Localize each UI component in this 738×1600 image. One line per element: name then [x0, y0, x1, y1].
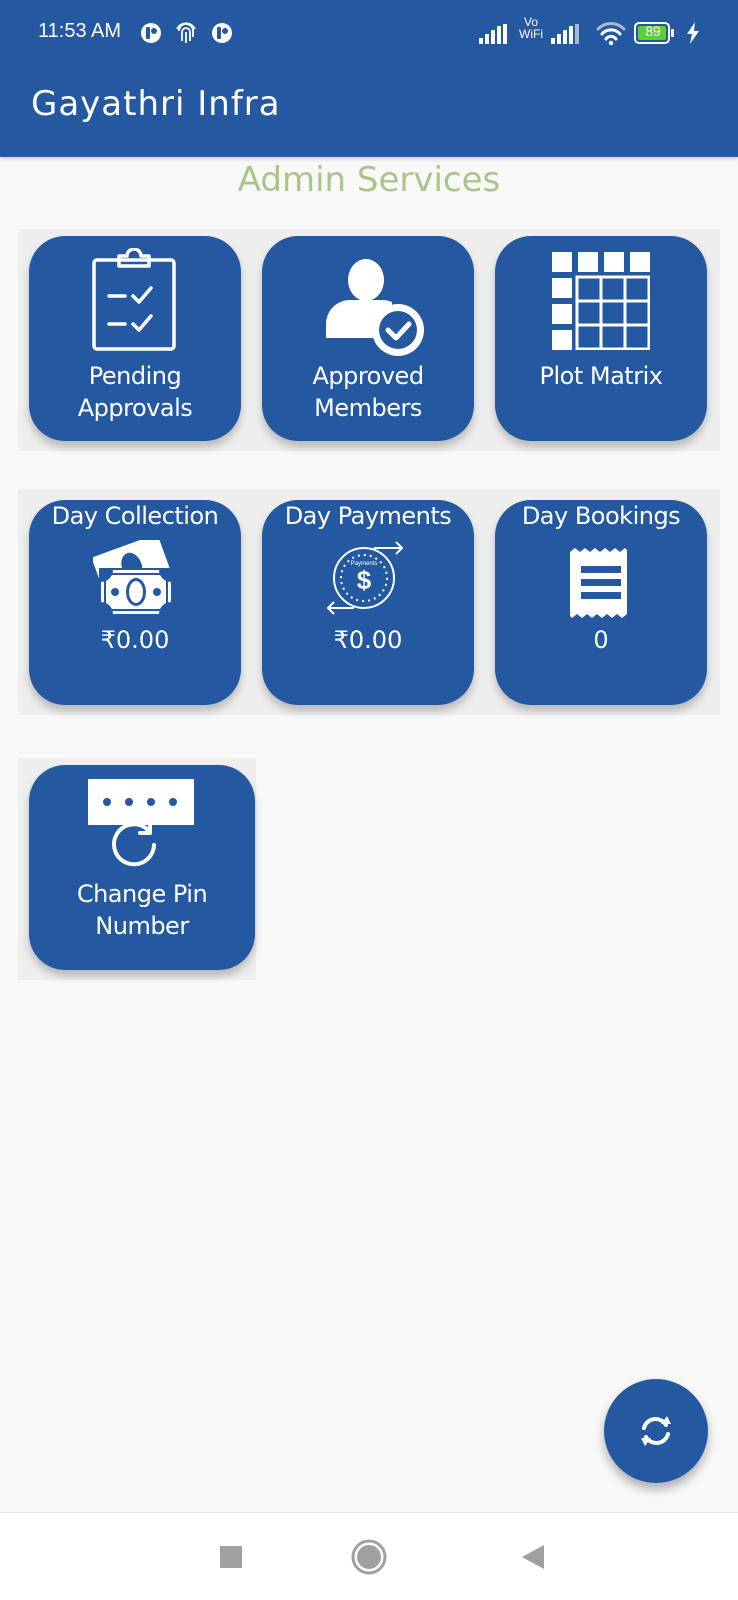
label-line-2: Number	[95, 912, 189, 940]
vowifi-bottom-text: WiFi	[519, 27, 543, 41]
day-collection-label: Day Collection	[51, 502, 219, 530]
plot-matrix-label: Plot Matrix	[539, 362, 663, 390]
day-bookings-label: Day Bookings	[521, 502, 681, 530]
notification-icon	[141, 23, 161, 43]
charging-icon	[687, 22, 699, 44]
home-button[interactable]	[347, 1535, 391, 1579]
change-pin-tile[interactable]: Change Pin Number	[29, 765, 255, 970]
notification-icon	[212, 23, 232, 43]
signal-icon	[479, 24, 507, 44]
refresh-icon	[641, 1416, 671, 1446]
triangle-back-icon	[522, 1545, 544, 1569]
battery-level: 89	[645, 23, 661, 39]
approved-members-label: Approved Members	[262, 360, 474, 424]
day-bookings-tile[interactable]: Day Bookings 0	[495, 500, 707, 705]
app-bar: 11:53 AM Vo WiFi 89 Gayathri Infra	[0, 0, 738, 157]
label-line-2: Members	[314, 394, 422, 422]
recents-button[interactable]	[209, 1535, 253, 1579]
label-line-1: Change Pin	[76, 880, 208, 908]
wifi-icon	[596, 22, 626, 46]
grid-matrix-icon	[552, 252, 650, 350]
day-payments-label: Day Payments	[284, 502, 452, 530]
receipt-icon	[570, 548, 627, 618]
day-bookings-value: 0	[593, 626, 609, 654]
app-title: Gayathri Infra	[31, 84, 281, 124]
back-button[interactable]	[512, 1535, 556, 1579]
system-nav-bar	[0, 1512, 738, 1600]
refresh-button[interactable]	[604, 1379, 708, 1483]
plot-matrix-tile[interactable]: Plot Matrix	[495, 236, 707, 441]
svg-text:$: $	[357, 565, 372, 595]
change-pin-label: Change Pin Number	[29, 878, 255, 942]
day-payments-value: ₹0.00	[333, 626, 403, 654]
day-collection-tile[interactable]: Day Collection ₹0.00	[29, 500, 241, 705]
cash-icon	[93, 540, 173, 614]
day-collection-value: ₹0.00	[100, 626, 170, 654]
day-payments-tile[interactable]: Day Payments Payments $ ₹0.00	[262, 500, 474, 705]
pending-approvals-label: Pending Approvals	[29, 360, 241, 424]
fingerprint-icon	[176, 22, 196, 43]
circle-icon	[351, 1539, 387, 1575]
payment-cycle-icon: Payments $	[326, 541, 404, 615]
user-check-icon	[326, 259, 424, 356]
label-line-1: Approved	[312, 362, 424, 390]
pending-approvals-tile[interactable]: Pending Approvals	[29, 236, 241, 441]
vowifi-icon: Vo WiFi	[516, 16, 546, 40]
approved-members-tile[interactable]: Approved Members	[262, 236, 474, 441]
label-line-2: Approvals	[77, 394, 193, 422]
clipboard-check-icon	[92, 248, 176, 351]
status-time: 11:53 AM	[38, 20, 122, 42]
status-bar: 11:53 AM Vo WiFi 89	[0, 0, 738, 66]
label-line-1: Pending	[88, 362, 182, 390]
section-title: Admin Services	[237, 160, 501, 200]
square-icon	[220, 1546, 242, 1568]
pin-reset-icon	[88, 779, 194, 867]
signal-icon	[551, 24, 579, 44]
